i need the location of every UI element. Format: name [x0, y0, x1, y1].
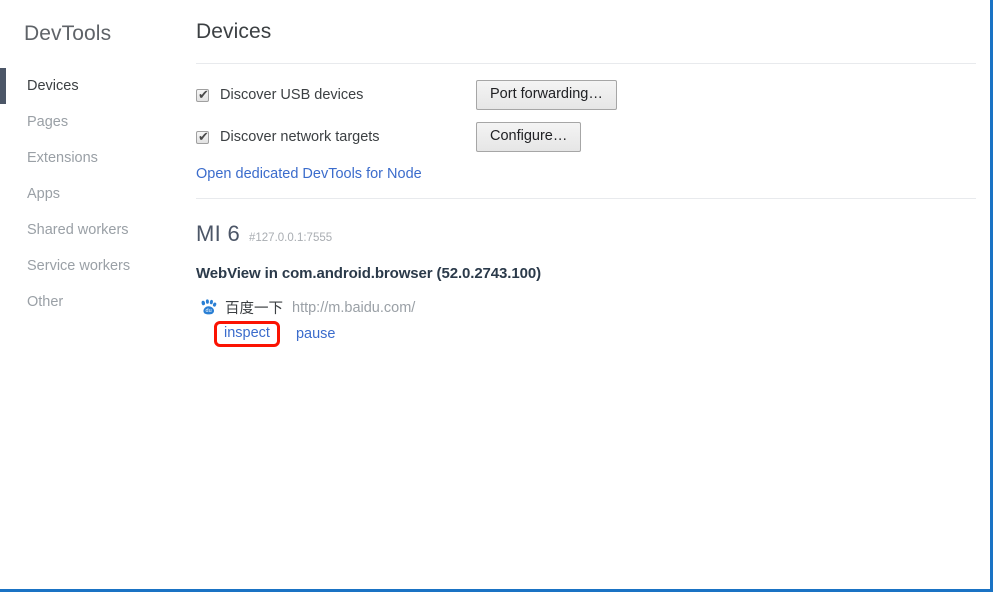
target-info-line: du 百度一下 http://m.baidu.com/	[200, 297, 990, 318]
pause-link[interactable]: pause	[296, 326, 336, 342]
device-header: MI 6 #127.0.0.1:7555	[196, 221, 990, 247]
open-node-devtools-link[interactable]: Open dedicated DevTools for Node	[196, 166, 422, 182]
checkbox-icon[interactable]: ✔	[196, 128, 209, 144]
discover-usb-checkbox[interactable]: ✔ Discover USB devices	[196, 87, 476, 103]
sidebar-item-label: Shared workers	[27, 222, 129, 238]
sidebar-item-pages[interactable]: Pages	[0, 104, 188, 140]
discover-network-label: Discover network targets	[220, 129, 380, 145]
browser-title: WebView in com.android.browser (52.0.274…	[196, 265, 541, 282]
target-actions: inspect pause	[200, 321, 990, 347]
device-section: MI 6 #127.0.0.1:7555 WebView in com.andr…	[196, 199, 990, 347]
sidebar-item-shared-workers[interactable]: Shared workers	[0, 212, 188, 248]
baidu-paw-icon: du	[200, 299, 217, 316]
checkmark-icon: ✔	[198, 86, 209, 102]
main-layout: DevTools Devices Pages Extensions Apps S…	[0, 0, 990, 589]
discover-network-row: ✔ Discover network targets Configure…	[196, 122, 990, 152]
sidebar-item-service-workers[interactable]: Service workers	[0, 248, 188, 284]
sidebar-item-label: Apps	[27, 186, 61, 202]
selected-indicator	[0, 68, 6, 104]
sidebar-item-label: Extensions	[27, 150, 98, 166]
sidebar: DevTools Devices Pages Extensions Apps S…	[0, 0, 188, 589]
sidebar-title: DevTools	[24, 22, 112, 45]
inspect-link[interactable]: inspect	[224, 324, 270, 343]
discover-usb-row: ✔ Discover USB devices Port forwarding…	[196, 80, 990, 110]
inspect-highlight-box: inspect	[214, 321, 280, 347]
port-forwarding-button[interactable]: Port forwarding…	[476, 80, 617, 110]
svg-text:du: du	[206, 308, 212, 314]
sidebar-item-other[interactable]: Other	[0, 284, 188, 320]
target-url: http://m.baidu.com/	[292, 299, 416, 316]
checkbox-icon[interactable]: ✔	[196, 86, 209, 102]
sidebar-item-extensions[interactable]: Extensions	[0, 140, 188, 176]
sidebar-item-label: Service workers	[27, 258, 131, 274]
sidebar-item-devices[interactable]: Devices	[0, 68, 188, 104]
sidebar-nav: Devices Pages Extensions Apps Shared wor…	[0, 68, 188, 320]
configure-button[interactable]: Configure…	[476, 122, 582, 152]
target-title: 百度一下	[225, 301, 283, 317]
sidebar-item-label: Other	[27, 294, 64, 310]
page-title: Devices	[196, 20, 272, 43]
device-name: MI 6	[196, 221, 240, 246]
discover-network-checkbox[interactable]: ✔ Discover network targets	[196, 129, 476, 145]
discover-usb-label: Discover USB devices	[220, 87, 364, 103]
sidebar-item-apps[interactable]: Apps	[0, 176, 188, 212]
devtools-window: DevTools Devices Pages Extensions Apps S…	[0, 0, 993, 592]
target-row: du 百度一下 http://m.baidu.com/ inspect paus…	[196, 297, 990, 347]
checkmark-icon: ✔	[198, 128, 209, 144]
sidebar-item-label: Devices	[27, 78, 79, 94]
discovery-settings: ✔ Discover USB devices Port forwarding… …	[196, 64, 990, 198]
content-panel: Devices ✔ Discover USB devices Port forw…	[188, 0, 990, 589]
sidebar-item-label: Pages	[27, 114, 69, 130]
device-port: #127.0.0.1:7555	[249, 232, 333, 244]
